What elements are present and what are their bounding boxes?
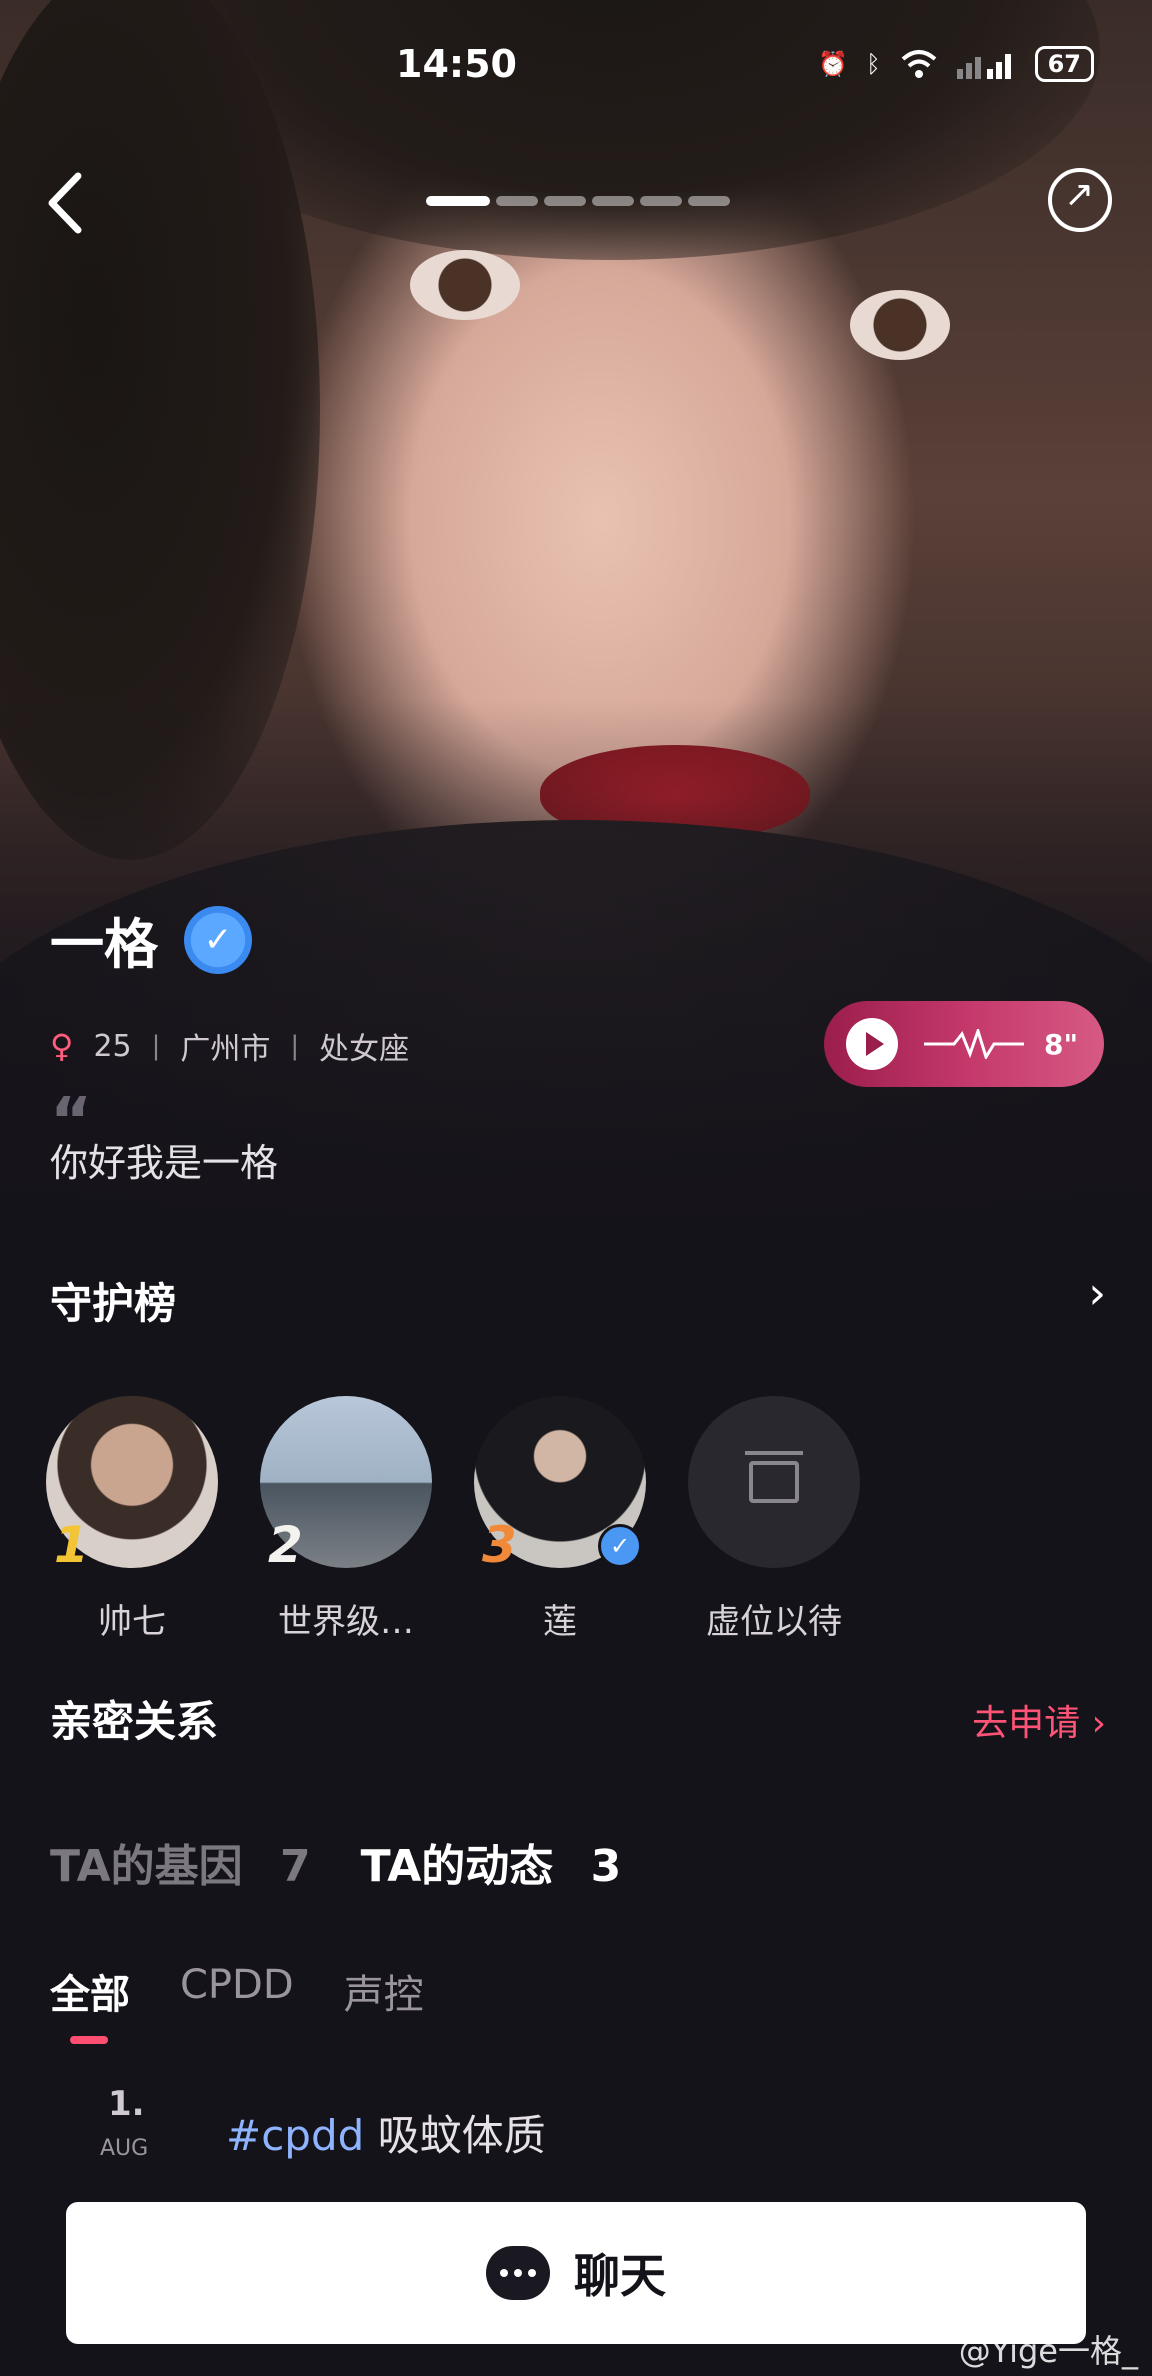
profile-bio: 你好我是一格 [50,1141,279,1185]
voice-duration: 8" [1044,1027,1079,1061]
gift-icon [745,1451,803,1503]
rank-badge: 3 [482,1516,517,1574]
subtab-all[interactable]: 全部 [50,1962,130,2044]
pager-dot[interactable] [426,196,490,206]
avatar[interactable]: 3 ✓ [474,1396,646,1574]
apply-label: 去申请 [972,1703,1081,1744]
photo-pager [426,196,730,206]
guardian-name: 帅七 [98,1602,166,1642]
guardian-item[interactable]: 1 帅七 [46,1396,218,1643]
intimacy-title: 亲密关系 [50,1697,219,1746]
chat-button[interactable]: 聊天 [66,2202,1086,2344]
chat-label: 聊天 [574,2249,666,2303]
pager-dot[interactable] [640,196,682,206]
rank-badge: 1 [54,1516,89,1574]
profile-name: 一格 [50,913,158,976]
divider: | [151,1031,161,1061]
guardian-item[interactable]: 3 ✓ 莲 [474,1396,646,1643]
divider: | [290,1031,300,1061]
battery-indicator: 67 [1034,46,1094,82]
guardian-name: 世界级… [278,1602,414,1642]
avatar[interactable]: 1 [46,1396,218,1574]
guardian-item[interactable]: 2 世界级… [260,1396,432,1643]
tab-posts-count: 3 [590,1841,622,1892]
photo-eye-right [850,290,950,360]
chevron-right-icon: › [1091,1703,1106,1744]
subtab-voice[interactable]: 声控 [344,1962,424,2020]
signal-icon [956,54,1011,79]
profile-zodiac: 处女座 [319,1032,410,1067]
female-icon: ♀ [50,1027,74,1065]
verified-icon: ✓ [598,1524,642,1568]
guardian-item-empty[interactable]: 虚位以待 [688,1396,860,1643]
pager-dot[interactable] [688,196,730,206]
pager-dot[interactable] [592,196,634,206]
profile-age: 25 [93,1028,132,1064]
chevron-right-icon[interactable]: › [1088,1268,1106,1319]
guardians-title[interactable]: 守护榜 [50,1270,176,1331]
guardians-list: 1 帅七 2 世界级… 3 ✓ 莲 虚位以待 [46,1396,860,1643]
play-icon [846,1018,898,1070]
voice-intro-button[interactable]: 8" [824,1001,1104,1087]
chat-bubble-icon [486,2246,550,2300]
status-icons: ⏰ ᛒ 67 [818,46,1094,82]
profile-tabs: TA的基因 7 TA的动态 3 [50,1830,621,1894]
tab-posts[interactable]: TA的动态 3 [361,1830,622,1894]
post-filter-tabs: 全部 CPDD 声控 [50,1962,424,2044]
rank-badge: 2 [268,1516,303,1574]
tab-genes-label: TA的基因 [50,1841,243,1892]
alarm-icon: ⏰ [818,50,849,78]
tab-genes-count: 7 [279,1841,311,1892]
pager-dot[interactable] [496,196,538,206]
profile-name-row: 一格 ✓ [50,900,252,979]
wifi-icon [901,50,936,78]
post-content: #cpdd 吸蚊体质 [226,2102,546,2163]
verified-icon: ✓ [184,905,252,974]
post-text: 吸蚊体质 [377,2111,546,2160]
post-hashtag[interactable]: #cpdd [226,2111,364,2160]
guardian-name: 虚位以待 [706,1602,842,1642]
photo-eye-left [410,250,520,320]
waveform-icon [924,1029,1024,1059]
profile-city: 广州市 [180,1032,271,1067]
profile-meta: ♀ 25 | 广州市 | 处女座 [50,1024,409,1068]
watermark: @Yige一格_ [958,2332,1138,2370]
apply-link[interactable]: 去申请 › [972,1694,1106,1746]
tab-genes[interactable]: TA的基因 7 [50,1830,311,1894]
tab-posts-label: TA的动态 [360,1841,554,1892]
chevron-left-icon [48,172,82,234]
guardian-name: 莲 [543,1602,577,1642]
share-button[interactable] [1048,168,1112,232]
status-time: 14:50 [396,42,517,86]
post-month: AUG [100,2136,149,2161]
subtab-cpdd[interactable]: CPDD [180,1962,294,2020]
bluetooth-icon: ᛒ [866,50,881,78]
post-item[interactable]: 1. AUG #cpdd 吸蚊体质 [98,2084,1098,2164]
pager-dot[interactable] [544,196,586,206]
post-day: 1. [108,2084,145,2124]
empty-slot[interactable] [688,1396,860,1568]
status-bar: 14:50 ⏰ ᛒ 67 [0,0,1152,130]
avatar[interactable]: 2 [260,1396,432,1574]
back-button[interactable] [40,168,100,238]
